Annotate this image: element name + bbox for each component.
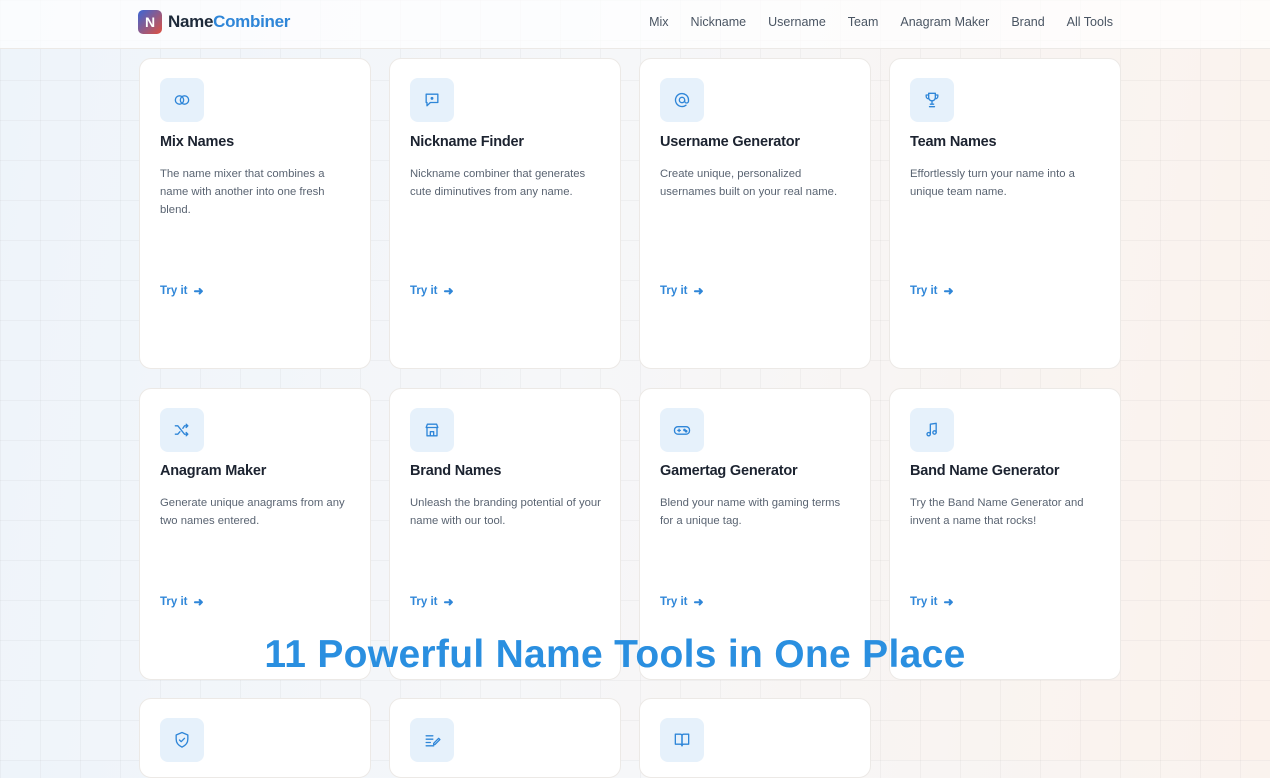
card-title: Nickname Finder: [410, 134, 524, 150]
try-it-label: Try it: [410, 285, 438, 297]
book-icon: [660, 718, 704, 762]
gamepad-icon: [660, 408, 704, 452]
card-title: Band Name Generator: [910, 463, 1060, 479]
edit-note-icon: [410, 718, 454, 762]
card-title: Mix Names: [160, 134, 234, 150]
card-description: Try the Band Name Generator and invent a…: [910, 497, 1084, 527]
tool-card-mix-names[interactable]: Mix Names The name mixer that combines a…: [139, 58, 371, 369]
overlay-title: 11 Powerful Name Tools in One Place: [264, 633, 966, 676]
tool-card-row3-1[interactable]: [139, 698, 371, 778]
logo-text: NameCombiner: [168, 12, 290, 32]
try-it-link[interactable]: Try it ➜: [660, 595, 704, 609]
trophy-icon: [910, 78, 954, 122]
nav-link-nickname[interactable]: Nickname: [691, 15, 747, 29]
shuffle-icon: [160, 408, 204, 452]
try-it-label: Try it: [660, 285, 688, 297]
logo-text-part1: Name: [168, 12, 214, 31]
card-description: The name mixer that combines a name with…: [160, 168, 325, 216]
card-title: Team Names: [910, 134, 997, 150]
arrow-right-icon: ➜: [193, 284, 204, 298]
card-description: Blend your name with gaming terms for a …: [660, 497, 841, 527]
arrow-right-icon: ➜: [943, 595, 954, 609]
logo-text-part2: Combiner: [213, 12, 291, 31]
try-it-link[interactable]: Try it ➜: [410, 284, 454, 298]
rings-icon: [160, 78, 204, 122]
at-sign-icon: [660, 78, 704, 122]
try-it-label: Try it: [160, 596, 188, 608]
arrow-right-icon: ➜: [193, 595, 204, 609]
tool-card-row3-3[interactable]: [639, 698, 871, 778]
main-nav: Mix Nickname Username Team Anagram Maker…: [649, 15, 1113, 29]
card-title: Username Generator: [660, 134, 800, 150]
card-title: Anagram Maker: [160, 463, 267, 479]
music-note-icon: [910, 408, 954, 452]
try-it-link[interactable]: Try it ➜: [910, 595, 954, 609]
try-it-label: Try it: [910, 596, 938, 608]
try-it-label: Try it: [660, 596, 688, 608]
card-description: Unleash the branding potential of your n…: [410, 497, 601, 527]
card-description: Create unique, personalized usernames bu…: [660, 168, 838, 198]
arrow-right-icon: ➜: [443, 284, 454, 298]
try-it-label: Try it: [910, 285, 938, 297]
try-it-link[interactable]: Try it ➜: [910, 284, 954, 298]
card-description: Nickname combiner that generates cute di…: [410, 168, 586, 198]
nav-link-all-tools[interactable]: All Tools: [1067, 15, 1113, 29]
store-icon: [410, 408, 454, 452]
try-it-label: Try it: [160, 285, 188, 297]
nav-link-username[interactable]: Username: [768, 15, 826, 29]
tool-card-nickname-finder[interactable]: Nickname Finder Nickname combiner that g…: [389, 58, 621, 369]
card-title: Brand Names: [410, 463, 502, 479]
logo[interactable]: N NameCombiner: [138, 10, 290, 34]
tool-card-team-names[interactable]: Team Names Effortlessly turn your name i…: [889, 58, 1121, 369]
shield-check-icon: [160, 718, 204, 762]
chat-bubble-icon: [410, 78, 454, 122]
arrow-right-icon: ➜: [943, 284, 954, 298]
try-it-link[interactable]: Try it ➜: [660, 284, 704, 298]
arrow-right-icon: ➜: [693, 595, 704, 609]
nav-link-mix[interactable]: Mix: [649, 15, 668, 29]
try-it-link[interactable]: Try it ➜: [160, 595, 204, 609]
nav-link-anagram-maker[interactable]: Anagram Maker: [900, 15, 989, 29]
top-navigation-bar: N NameCombiner Mix Nickname Username Tea…: [0, 0, 1270, 49]
card-title: Gamertag Generator: [660, 463, 798, 479]
nav-link-brand[interactable]: Brand: [1011, 15, 1044, 29]
card-description: Effortlessly turn your name into a uniqu…: [910, 168, 1075, 198]
arrow-right-icon: ➜: [693, 284, 704, 298]
tool-card-row3-2[interactable]: [389, 698, 621, 778]
arrow-right-icon: ➜: [443, 595, 454, 609]
nav-link-team[interactable]: Team: [848, 15, 879, 29]
try-it-label: Try it: [410, 596, 438, 608]
try-it-link[interactable]: Try it ➜: [160, 284, 204, 298]
tool-card-username-generator[interactable]: Username Generator Create unique, person…: [639, 58, 871, 369]
logo-badge-icon: N: [138, 10, 162, 34]
card-description: Generate unique anagrams from any two na…: [160, 497, 345, 527]
try-it-link[interactable]: Try it ➜: [410, 595, 454, 609]
